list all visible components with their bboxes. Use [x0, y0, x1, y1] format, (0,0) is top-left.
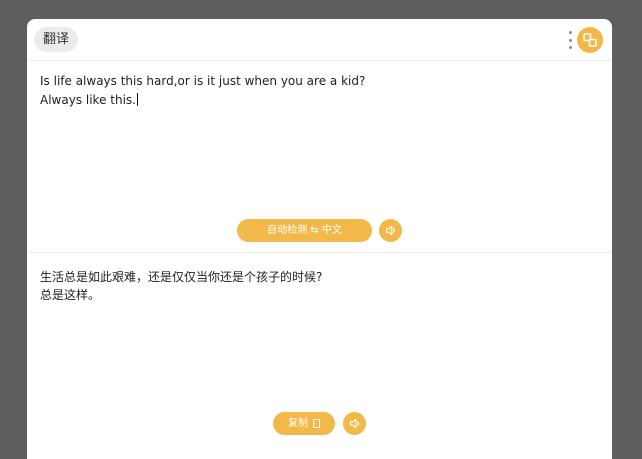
swap-layout-icon [583, 33, 597, 47]
source-line: Always like this. [40, 93, 136, 107]
swap-layout-button[interactable] [577, 27, 603, 53]
translator-window: 翻译 Is life always this hard,or is it jus… [27, 19, 612, 459]
language-direction-button[interactable]: 自动检测 ⇆ 中文 [237, 219, 372, 242]
result-line: 总是这样。 [40, 288, 101, 302]
header-bar: 翻译 [27, 19, 612, 61]
speaker-icon [349, 418, 359, 429]
more-vertical-icon[interactable] [567, 31, 573, 49]
result-speak-button[interactable] [343, 412, 366, 435]
section-divider [27, 252, 612, 253]
copy-icon [313, 419, 320, 428]
copy-button[interactable]: 复制 [273, 412, 335, 435]
copy-button-label: 复制 [288, 418, 308, 429]
text-caret [136, 93, 138, 106]
source-text-input[interactable]: Is life always this hard,or is it just w… [40, 72, 595, 110]
translation-output: 生活总是如此艰难，还是仅仅当你还是个孩子的时候? 总是这样。 [40, 268, 595, 304]
source-line: Is life always this hard,or is it just w… [40, 74, 366, 88]
page-title: 翻译 [34, 27, 79, 52]
result-line: 生活总是如此艰难，还是仅仅当你还是个孩子的时候? [40, 270, 323, 284]
speaker-icon [385, 225, 395, 236]
source-speak-button[interactable] [379, 219, 402, 242]
